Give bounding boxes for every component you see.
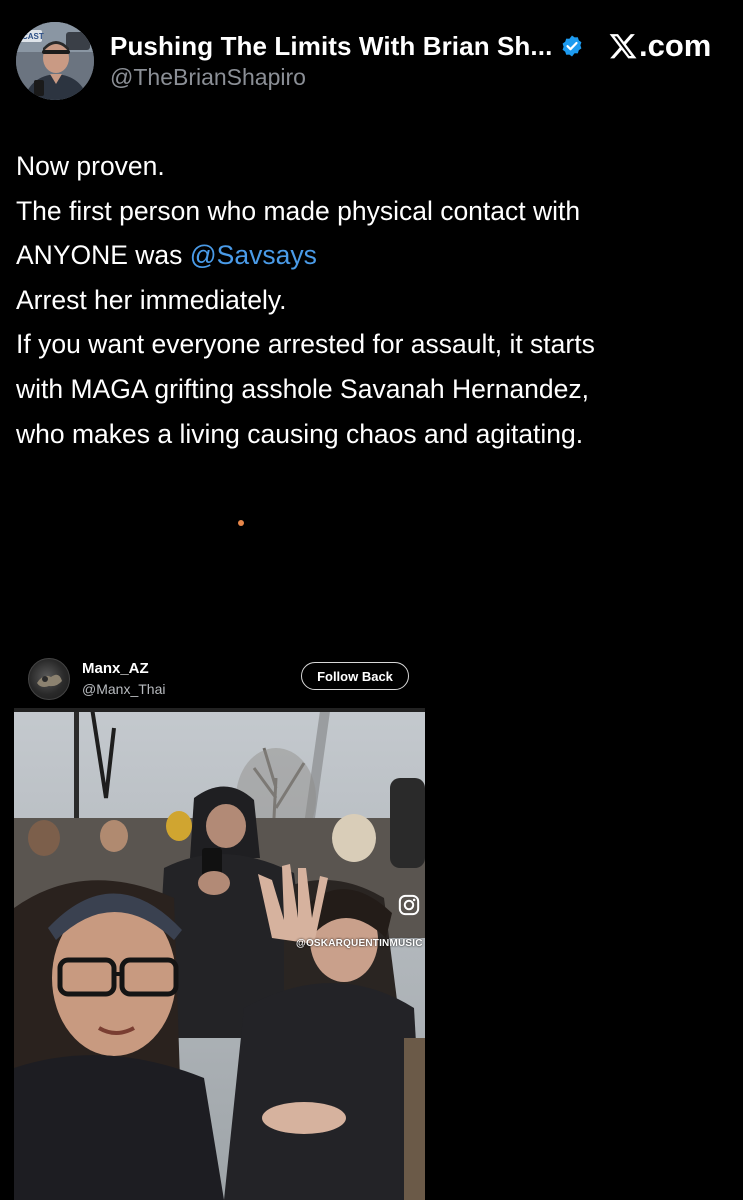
video-frame[interactable]: @OSKARQUENTINMUSIC — [14, 708, 425, 1200]
post-text-line: If you want everyone arrested for assaul… — [16, 322, 716, 367]
post-text: Now proven. The first person who made phy… — [16, 144, 716, 456]
embed-author-name[interactable]: Manx_AZ — [82, 660, 149, 677]
author-avatar-image: CAST — [16, 22, 94, 100]
post-text-line: who makes a living causing chaos and agi… — [16, 412, 716, 457]
post-text-segment: If you want everyone arrested for assaul… — [16, 329, 595, 360]
post-text-segment: Arrest her immediately. — [16, 284, 287, 315]
x-logo-icon — [609, 34, 637, 59]
video-watermark: @OSKARQUENTINMUSIC — [296, 938, 423, 949]
post-text-segment: ANYONE was — [16, 240, 190, 271]
author-display-name[interactable]: Pushing The Limits With Brian Sh... — [110, 31, 552, 62]
post-text-line: ANYONE was @Savsays — [16, 233, 716, 278]
post-text-segment: with MAGA grifting asshole Savanah Herna… — [16, 373, 590, 404]
author-names: Pushing The Limits With Brian Sh... @The… — [110, 30, 584, 91]
site-label: .com — [639, 28, 712, 63]
follow-back-button[interactable]: Follow Back — [301, 662, 409, 690]
display-name-row: Pushing The Limits With Brian Sh... — [110, 30, 584, 62]
post-text-segment: who makes a living causing chaos and agi… — [16, 418, 584, 449]
post-text-line: with MAGA grifting asshole Savanah Herna… — [16, 367, 716, 412]
post-header: CAST Pushing The Limits With Brian Sh...… — [0, 0, 743, 120]
x-com-logo[interactable]: .com — [608, 28, 711, 64]
post-text-segment: The first person who made physical conta… — [16, 195, 581, 226]
embed-author-handle[interactable]: @Manx_Thai — [82, 681, 165, 697]
post-text-line: The first person who made physical conta… — [16, 189, 716, 234]
author-avatar[interactable]: CAST — [16, 22, 94, 100]
post-text-segment: Now proven. — [16, 151, 165, 181]
embed-avatar-image — [37, 674, 62, 687]
verified-badge-icon — [562, 35, 582, 57]
author-handle[interactable]: @TheBrianShapiro — [110, 64, 584, 91]
post-text-line: Arrest her immediately. — [16, 278, 716, 323]
mention-link[interactable]: @Savsays — [190, 240, 317, 270]
orange-dot — [238, 520, 244, 526]
post-text-line: Now proven. — [16, 144, 716, 189]
embed-avatar[interactable] — [28, 658, 70, 700]
instagram-icon — [398, 894, 420, 916]
svg-text:CAST: CAST — [22, 32, 44, 41]
embedded-video-card[interactable]: Manx_AZ @Manx_Thai Follow Back @OSKARQUE… — [14, 650, 425, 1200]
video-still-image — [14, 708, 425, 1200]
